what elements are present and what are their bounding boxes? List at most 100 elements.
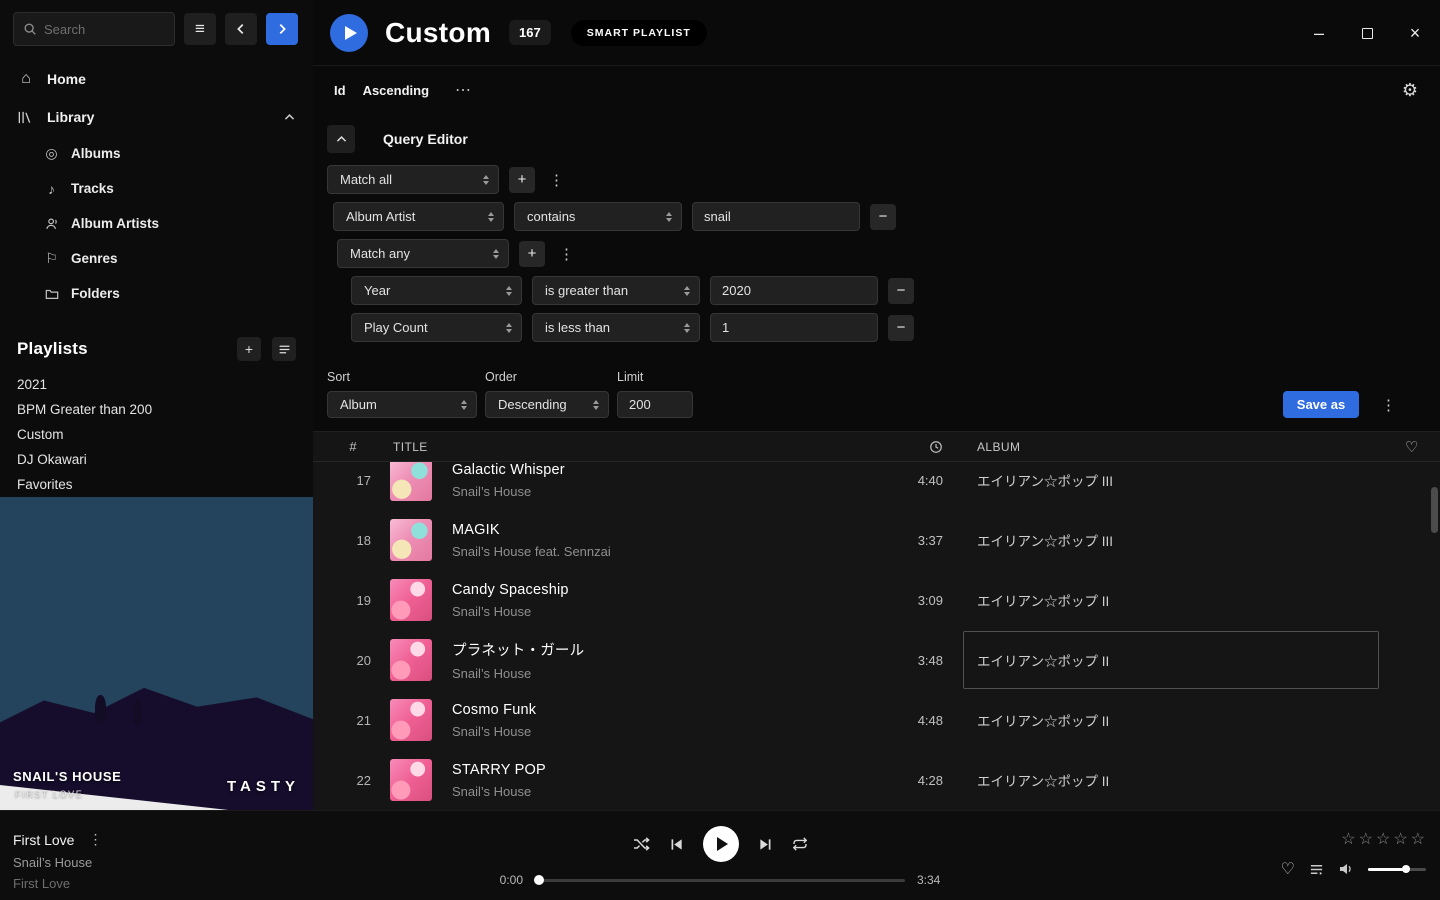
focused-album-cell[interactable]: エイリアン☆ポップ II bbox=[963, 631, 1379, 689]
column-title[interactable]: TITLE bbox=[377, 440, 867, 454]
sidebar-item-label: Library bbox=[47, 109, 94, 125]
track-album[interactable]: エイリアン☆ポップ III bbox=[977, 534, 1113, 549]
rule-field-select[interactable]: Year bbox=[351, 276, 522, 305]
table-row[interactable]: 22 STARRY POP Snail’s House 4:28 エイリアン☆ポ… bbox=[313, 750, 1440, 810]
save-as-button[interactable]: Save as bbox=[1283, 391, 1359, 418]
match-type-select[interactable]: Match all bbox=[327, 165, 499, 194]
table-row[interactable]: 17 Galactic Whisper Snail’s House 4:40 エ… bbox=[313, 462, 1440, 510]
table-row[interactable]: 19 Candy Spaceship Snail’s House 3:09 エイ… bbox=[313, 570, 1440, 630]
track-album[interactable]: エイリアン☆ポップ II bbox=[977, 714, 1109, 729]
track-title: STARRY POP bbox=[452, 762, 867, 778]
repeat-button[interactable] bbox=[792, 836, 808, 852]
shuffle-button[interactable] bbox=[633, 836, 650, 852]
column-index[interactable]: # bbox=[329, 439, 377, 454]
now-playing-album[interactable]: First Love bbox=[13, 876, 102, 891]
star-icon[interactable]: ☆ bbox=[1392, 829, 1408, 849]
rule-operator-select[interactable]: is greater than bbox=[532, 276, 700, 305]
close-button[interactable]: × bbox=[1406, 24, 1424, 42]
seek-handle[interactable] bbox=[534, 875, 544, 885]
playlist-item[interactable]: 2021 bbox=[17, 372, 296, 397]
star-icon[interactable]: ☆ bbox=[1340, 829, 1356, 849]
track-album[interactable]: エイリアン☆ポップ II bbox=[977, 650, 1109, 670]
star-icon[interactable]: ☆ bbox=[1375, 829, 1391, 849]
table-row[interactable]: 21 Cosmo Funk Snail’s House 4:48 エイリアン☆ポ… bbox=[313, 690, 1440, 750]
remove-rule-button[interactable]: − bbox=[888, 278, 914, 304]
save-options-button[interactable]: ⋮ bbox=[1377, 396, 1400, 414]
sort-direction-label[interactable]: Ascending bbox=[363, 83, 429, 98]
select-arrows-icon bbox=[684, 286, 690, 296]
playlist-item[interactable]: Custom bbox=[17, 422, 296, 447]
sidebar-item-tracks[interactable]: ♪ Tracks bbox=[43, 171, 313, 206]
remove-rule-button[interactable]: − bbox=[888, 315, 914, 341]
sidebar-item-genres[interactable]: ⚐ Genres bbox=[43, 241, 313, 276]
rule-value-input[interactable] bbox=[692, 202, 860, 231]
order-select[interactable]: Descending bbox=[485, 391, 609, 418]
favorite-button[interactable]: ♡ bbox=[1281, 859, 1295, 879]
playlist-item[interactable]: BPM Greater than 200 bbox=[17, 397, 296, 422]
toolbar-more-button[interactable]: ⋯ bbox=[455, 80, 473, 100]
menu-button[interactable]: ≡ bbox=[184, 13, 216, 45]
playlist-play-button[interactable] bbox=[330, 14, 368, 52]
rule-field-select[interactable]: Play Count bbox=[351, 313, 522, 342]
volume-button[interactable] bbox=[1338, 861, 1354, 877]
track-album[interactable]: エイリアン☆ポップ II bbox=[977, 594, 1109, 609]
rule-field-select[interactable]: Album Artist bbox=[333, 202, 504, 231]
minimize-button[interactable]: – bbox=[1310, 24, 1328, 42]
rule-operator-select[interactable]: is less than bbox=[532, 313, 700, 342]
add-group-rule-button[interactable]: + bbox=[519, 241, 545, 267]
sidebar-item-album-artists[interactable]: Album Artists bbox=[43, 206, 313, 241]
group-options-button[interactable]: ⋮ bbox=[555, 245, 578, 263]
vertical-scrollbar-thumb[interactable] bbox=[1431, 487, 1438, 533]
rule-value-input[interactable] bbox=[710, 276, 878, 305]
nav-forward-button[interactable] bbox=[266, 13, 298, 45]
table-row[interactable]: 18 MAGIK Snail’s House feat. Sennzai 3:3… bbox=[313, 510, 1440, 570]
sidebar-item-label: Home bbox=[47, 71, 86, 87]
volume-slider[interactable] bbox=[1368, 868, 1426, 871]
search-box bbox=[13, 12, 175, 46]
volume-handle[interactable] bbox=[1402, 865, 1410, 873]
previous-button[interactable] bbox=[669, 837, 684, 852]
playlist-list-button[interactable] bbox=[272, 337, 296, 361]
add-rule-button[interactable]: + bbox=[509, 167, 535, 193]
select-arrows-icon bbox=[506, 323, 512, 333]
sort-field-label[interactable]: Id bbox=[334, 83, 346, 98]
sidebar-item-home[interactable]: ⌂ Home bbox=[0, 60, 313, 98]
search-input[interactable] bbox=[44, 22, 165, 37]
sidebar-item-folders[interactable]: Folders bbox=[43, 276, 313, 311]
sidebar-item-albums[interactable]: ◎ Albums bbox=[43, 136, 313, 171]
track-album[interactable]: エイリアン☆ポップ II bbox=[977, 774, 1109, 789]
rule-value-input[interactable] bbox=[710, 313, 878, 342]
queue-icon bbox=[1309, 862, 1324, 877]
next-button[interactable] bbox=[758, 837, 773, 852]
favorite-column-heart-icon[interactable]: ♡ bbox=[1405, 438, 1440, 456]
settings-button[interactable]: ⚙ bbox=[1402, 80, 1418, 101]
table-row[interactable]: 20 プラネット・ガール Snail’s House 3:48 エイリアン☆ポッ… bbox=[313, 630, 1440, 690]
sort-select[interactable]: Album bbox=[327, 391, 477, 418]
add-playlist-button[interactable]: + bbox=[237, 337, 261, 361]
queue-button[interactable] bbox=[1309, 862, 1324, 877]
star-icon[interactable]: ☆ bbox=[1358, 829, 1374, 849]
artwork-artist-text: SNAIL'S HOUSE bbox=[13, 769, 121, 784]
duration-column-clock-icon[interactable] bbox=[929, 440, 957, 454]
limit-input[interactable] bbox=[617, 391, 693, 418]
album-art-thumbnail bbox=[390, 519, 432, 561]
maximize-button[interactable] bbox=[1358, 24, 1376, 42]
playlist-item[interactable]: DJ Okawari bbox=[17, 447, 296, 472]
now-playing-track[interactable]: First Love bbox=[13, 832, 74, 848]
now-playing-artwork[interactable]: SNAIL'S HOUSE FIRST LOVE TASTY bbox=[0, 497, 313, 810]
seek-bar[interactable] bbox=[535, 879, 905, 882]
remove-rule-button[interactable]: − bbox=[870, 204, 896, 230]
rule-operator-select[interactable]: contains bbox=[514, 202, 682, 231]
now-playing-options-button[interactable]: ⋮ bbox=[88, 831, 102, 848]
query-editor-collapse-button[interactable] bbox=[327, 125, 355, 153]
rule-options-button[interactable]: ⋮ bbox=[545, 171, 568, 189]
play-pause-button[interactable] bbox=[703, 826, 739, 862]
playlist-item[interactable]: Favorites bbox=[17, 472, 296, 497]
now-playing-artist[interactable]: Snail’s House bbox=[13, 855, 102, 870]
star-icon[interactable]: ☆ bbox=[1410, 829, 1426, 849]
group-match-type-select[interactable]: Match any bbox=[337, 239, 509, 268]
sidebar-item-library[interactable]: Library bbox=[0, 98, 313, 136]
nav-back-button[interactable] bbox=[225, 13, 257, 45]
track-album[interactable]: エイリアン☆ポップ III bbox=[977, 474, 1113, 489]
column-album[interactable]: ALBUM bbox=[977, 440, 1405, 454]
